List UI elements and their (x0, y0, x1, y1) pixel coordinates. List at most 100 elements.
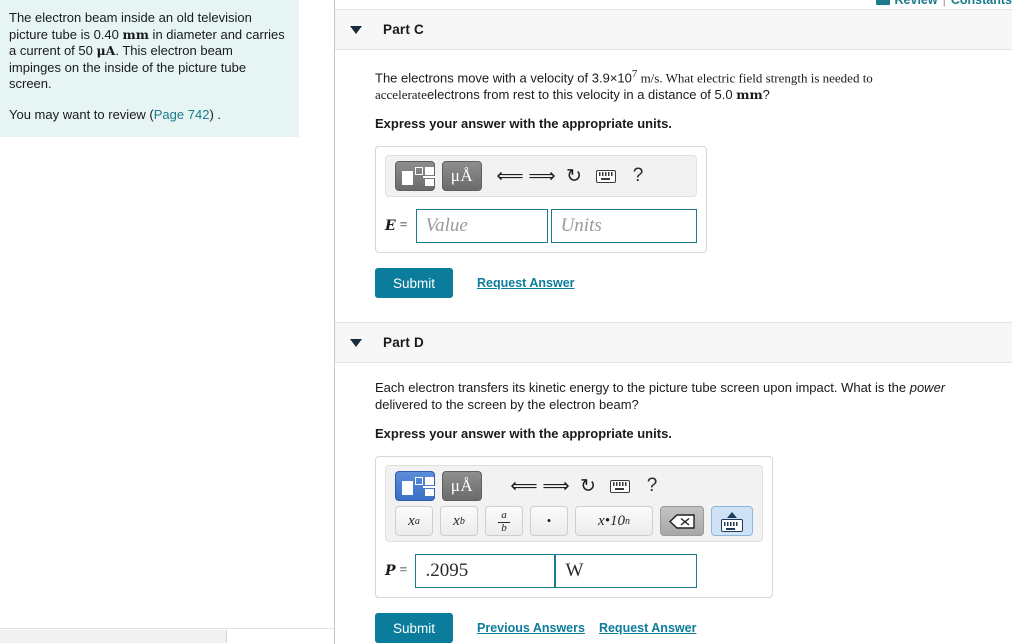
reset-icon: ↻ (580, 475, 596, 497)
reset-icon: ↻ (566, 165, 582, 187)
part-c-title: Part C (383, 22, 424, 37)
part-d-question: Each electron transfers its kinetic ener… (375, 363, 977, 413)
unit-mm: mm (122, 26, 149, 42)
fraction-button[interactable]: ab (485, 506, 523, 537)
part-d-units-input[interactable]: W (555, 554, 698, 589)
fraction-numerator: a (501, 509, 507, 522)
units-button[interactable]: μÅ (442, 161, 482, 192)
part-c-question-a: The electrons move with a velocity of 3.… (375, 70, 632, 86)
part-c-actions: Submit Request Answer (375, 268, 1012, 299)
part-d-request-answer-link[interactable]: Request Answer (599, 621, 696, 635)
header-separator: | (942, 0, 946, 7)
review-link[interactable]: Review (895, 0, 938, 7)
part-c-toolbar: μÅ ⟸ ⟹ ↻ ? (385, 155, 697, 198)
superscript-exp: a (414, 515, 420, 527)
reset-button[interactable]: ↻ (558, 161, 590, 191)
part-c-equals-sign: = (399, 218, 408, 234)
part-d-question-a: Each electron transfers its kinetic ener… (375, 380, 910, 396)
part-c-body: The electrons move with a velocity of 3.… (335, 50, 1012, 299)
horizontal-scrollbar[interactable] (0, 628, 334, 644)
scientific-exp: n (624, 515, 630, 527)
main-content: Review | Constants Part C The electrons … (335, 0, 1012, 644)
question-mark-icon: ? (632, 165, 644, 187)
redo-icon: ⟹ (542, 475, 570, 497)
hide-keyboard-button[interactable] (711, 506, 753, 537)
chevron-down-icon[interactable] (350, 25, 362, 34)
template-button[interactable] (395, 161, 436, 192)
dot-icon: • (546, 513, 552, 529)
part-d-value-input[interactable]: .2095 (415, 554, 556, 589)
superscript-button[interactable]: xa (395, 506, 433, 537)
chevron-down-icon[interactable] (350, 338, 362, 347)
problem-statement-panel: The electron beam inside an old televisi… (0, 0, 322, 644)
help-button[interactable]: ? (622, 161, 654, 191)
template-icon (402, 166, 436, 186)
part-d-body: Each electron transfers its kinetic ener… (335, 363, 1012, 644)
problem-line-3a: of 50 (63, 43, 97, 58)
part-d-question-b: delivered to the screen by the electron … (375, 397, 639, 413)
fraction-denominator: b (501, 522, 507, 535)
help-button[interactable]: ? (636, 471, 668, 501)
redo-icon: ⟹ (528, 165, 556, 187)
keyboard-button[interactable] (604, 471, 636, 501)
template-icon (402, 476, 436, 496)
review-constants-header: Review | Constants (875, 0, 1012, 9)
part-d-variable-label: P (385, 563, 396, 580)
micro-angstrom-icon: μÅ (450, 476, 474, 496)
part-c-input-row: E = Value Units (385, 209, 697, 244)
part-d-previous-answers-link[interactable]: Previous Answers (477, 621, 585, 635)
question-mark-icon: ? (646, 475, 658, 497)
part-c-answer-widget: μÅ ⟸ ⟹ ↻ ? E = Value Units (375, 146, 707, 254)
part-c-value-input[interactable]: Value (415, 209, 548, 244)
units-button[interactable]: μÅ (442, 471, 482, 502)
micro-angstrom-icon: μÅ (450, 166, 474, 186)
backspace-button[interactable] (660, 506, 704, 537)
problem-line-2a: tube is 0.40 (51, 26, 123, 42)
keyboard-icon (596, 169, 616, 183)
part-d-section: Part D Each electron transfers its kinet… (335, 322, 1012, 644)
review-paragraph: You may want to review (Page 742) . (9, 107, 285, 124)
keyboard-button[interactable] (590, 161, 622, 191)
undo-button[interactable]: ⟸ (494, 161, 526, 191)
part-c-variable-label: E (385, 218, 396, 235)
page-742-link[interactable]: Page 742 (154, 107, 210, 122)
undo-button[interactable]: ⟸ (508, 471, 540, 501)
part-d-input-row: P = .2095 W (385, 554, 763, 589)
part-d-instruction: Express your answer with the appropriate… (375, 426, 672, 442)
keyboard-icon (610, 479, 630, 493)
hide-keyboard-icon (720, 510, 744, 533)
part-d-equals-sign: = (399, 563, 408, 579)
redo-button[interactable]: ⟹ (526, 161, 558, 191)
part-c-unit-mm: mm (736, 87, 763, 103)
part-c-question: The electrons move with a velocity of 3.… (375, 50, 977, 103)
scientific-base: x•10 (598, 512, 625, 529)
template-button[interactable] (395, 471, 436, 502)
subscript-button[interactable]: xb (440, 506, 478, 537)
undo-icon: ⟸ (510, 475, 538, 497)
review-suffix: ) . (209, 106, 221, 122)
part-c-header[interactable]: Part C (335, 9, 1012, 50)
part-d-toolbar: μÅ ⟸ ⟹ ↻ ? xa xb ab • x•10 n (385, 465, 763, 543)
horizontal-scrollbar-track[interactable] (0, 630, 227, 643)
review-prefix: You may want to review ( (9, 106, 154, 122)
part-d-emphasis: power (909, 380, 946, 396)
part-c-request-answer-link[interactable]: Request Answer (477, 276, 574, 290)
reset-button[interactable]: ↻ (572, 471, 604, 501)
part-c-units-input[interactable]: Units (550, 209, 697, 244)
scientific-notation-button[interactable]: x•10 n (575, 506, 653, 537)
part-c-question-d: ? (762, 87, 770, 103)
part-d-toolbar-row-1: μÅ ⟸ ⟹ ↻ ? (395, 471, 753, 502)
constants-link[interactable]: Constants (951, 0, 1012, 7)
part-d-submit-button[interactable]: Submit (375, 613, 454, 644)
part-d-toolbar-row-2: xa xb ab • x•10 n (395, 506, 753, 537)
subscript-base: x (453, 512, 460, 529)
part-d-header[interactable]: Part D (335, 322, 1012, 364)
undo-icon: ⟸ (496, 165, 524, 187)
redo-button[interactable]: ⟹ (540, 471, 572, 501)
subscript-sub: b (459, 515, 465, 527)
book-icon (875, 0, 890, 5)
part-c-section: Part C The electrons move with a velocit… (335, 9, 1012, 299)
problem-text-box: The electron beam inside an old televisi… (0, 0, 299, 137)
part-c-submit-button[interactable]: Submit (375, 268, 454, 299)
dot-multiply-button[interactable]: • (530, 506, 568, 537)
